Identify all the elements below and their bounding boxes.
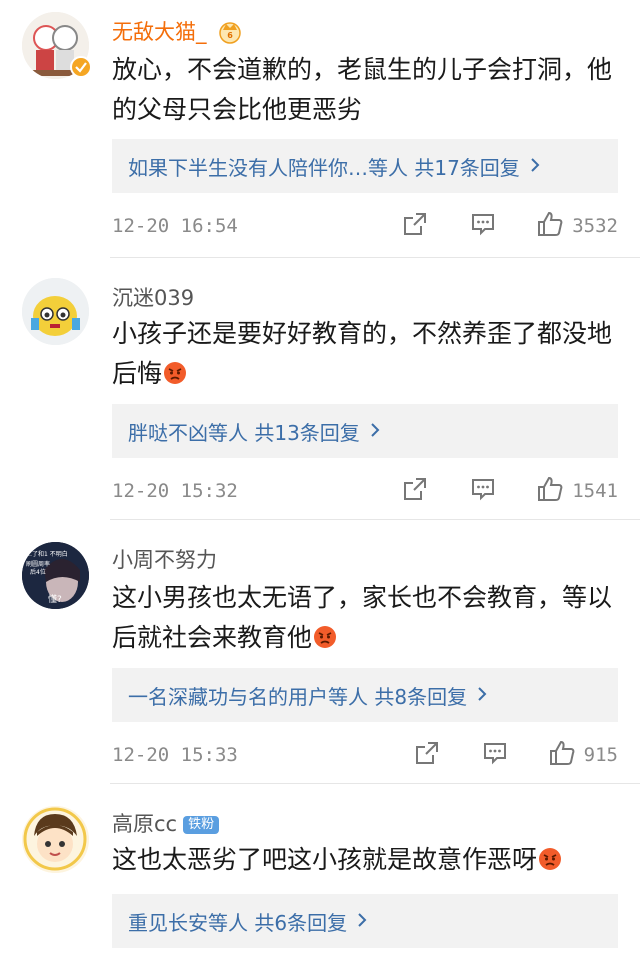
comment-text: 小孩子还是要好好教育的，不然养歪了都没地后悔 bbox=[112, 314, 620, 397]
replies-link[interactable]: 胖哒不凶等人 共13条回复 bbox=[112, 404, 618, 458]
comment-actions: 915 bbox=[414, 740, 618, 770]
fan-badge: 铁粉 bbox=[183, 816, 220, 834]
comment-actions: 1541 bbox=[402, 476, 618, 506]
chevron-right-icon bbox=[357, 909, 367, 933]
replies-link[interactable]: 一名深藏功与名的用户等人 共8条回复 bbox=[112, 668, 618, 722]
avatar-caption-4: 懂? bbox=[48, 593, 62, 605]
chevron-right-icon bbox=[370, 419, 380, 443]
timestamp: 12-20 16:54 bbox=[112, 215, 238, 237]
like-count: 1541 bbox=[572, 480, 618, 502]
comment-item: 无敌大猫_ 6 放心，不会道歉的，老鼠生的儿子会打洞，他的父母只会比他更恶劣 如… bbox=[0, 0, 640, 258]
timestamp: 12-20 15:32 bbox=[112, 480, 238, 502]
comment-meta: 12-20 15:32 1541 bbox=[112, 476, 618, 506]
chevron-right-icon bbox=[530, 154, 540, 178]
angry-face-icon bbox=[538, 843, 562, 883]
avatar-caption-1: …了和1 不明白 bbox=[26, 550, 68, 558]
comment-text-content: 这也太恶劣了吧这小孩就是故意作恶呀 bbox=[112, 845, 538, 874]
username[interactable]: 沉迷039 bbox=[112, 282, 194, 312]
angry-face-icon bbox=[313, 621, 337, 661]
replies-text: 如果下半生没有人陪伴你…等人 共17条回复 bbox=[128, 155, 520, 180]
comment-icon[interactable] bbox=[470, 211, 496, 241]
svg-text:6: 6 bbox=[227, 31, 233, 40]
username[interactable]: 高原cc 铁粉 bbox=[112, 808, 220, 838]
like-count: 915 bbox=[583, 744, 618, 766]
like-icon[interactable] bbox=[536, 475, 564, 507]
username[interactable]: 小周不努力 bbox=[112, 544, 217, 574]
comment-icon[interactable] bbox=[470, 476, 496, 506]
like-icon[interactable] bbox=[536, 210, 564, 242]
avatar-caption-3: 后4位 bbox=[30, 568, 46, 576]
comment-text: 这也太恶劣了吧这小孩就是故意作恶呀 bbox=[112, 840, 620, 883]
comment-text: 放心，不会道歉的，老鼠生的儿子会打洞，他的父母只会比他更恶劣 bbox=[112, 55, 613, 124]
crown-icon: 6 bbox=[217, 18, 243, 49]
comment-meta: 12-20 16:54 3532 bbox=[112, 211, 618, 241]
comment-icon[interactable] bbox=[482, 740, 508, 770]
replies-text: 胖哒不凶等人 共13条回复 bbox=[128, 420, 360, 445]
like-count: 3532 bbox=[572, 215, 618, 237]
comment-actions: 3532 bbox=[402, 211, 618, 241]
username[interactable]: 无敌大猫_ 6 bbox=[112, 16, 243, 49]
replies-link[interactable]: 重见长安等人 共6条回复 bbox=[112, 894, 618, 948]
comment-item: 沉迷039 小孩子还是要好好教育的，不然养歪了都没地后悔 胖哒不凶等人 共13条… bbox=[0, 258, 640, 520]
comment-meta: 12-20 15:33 915 bbox=[112, 740, 618, 770]
timestamp: 12-20 15:33 bbox=[112, 744, 238, 766]
username-text[interactable]: 高原cc bbox=[112, 812, 177, 836]
avatar-caption-2: 刷圆周率 bbox=[26, 560, 50, 568]
replies-link[interactable]: 如果下半生没有人陪伴你…等人 共17条回复 bbox=[112, 139, 618, 193]
comment-text-content: 这小男孩也太无语了，家长也不会教育，等以后就社会来教育他 bbox=[112, 583, 613, 652]
angry-face-icon bbox=[163, 357, 187, 397]
username-text[interactable]: 无敌大猫_ bbox=[112, 20, 207, 44]
replies-text: 一名深藏功与名的用户等人 共8条回复 bbox=[128, 684, 468, 709]
chevron-right-icon bbox=[477, 683, 487, 707]
comment-item: …了和1 不明白 刷圆周率 后4位 懂? 小周不努力 这小男孩也太无语了，家长也… bbox=[0, 520, 640, 784]
like-icon[interactable] bbox=[548, 739, 576, 771]
avatar[interactable] bbox=[22, 806, 89, 873]
comment-item: 高原cc 铁粉 这也太恶劣了吧这小孩就是故意作恶呀 重见长安等人 共6条回复 bbox=[0, 784, 640, 958]
comment-text: 这小男孩也太无语了，家长也不会教育，等以后就社会来教育他 bbox=[112, 578, 620, 661]
avatar[interactable] bbox=[22, 278, 89, 345]
replies-text: 重见长安等人 共6条回复 bbox=[128, 910, 348, 935]
share-icon[interactable] bbox=[402, 476, 428, 506]
share-icon[interactable] bbox=[402, 211, 428, 241]
avatar[interactable]: …了和1 不明白 刷圆周率 后4位 懂? bbox=[22, 542, 89, 609]
verified-icon bbox=[70, 56, 92, 78]
share-icon[interactable] bbox=[414, 740, 440, 770]
